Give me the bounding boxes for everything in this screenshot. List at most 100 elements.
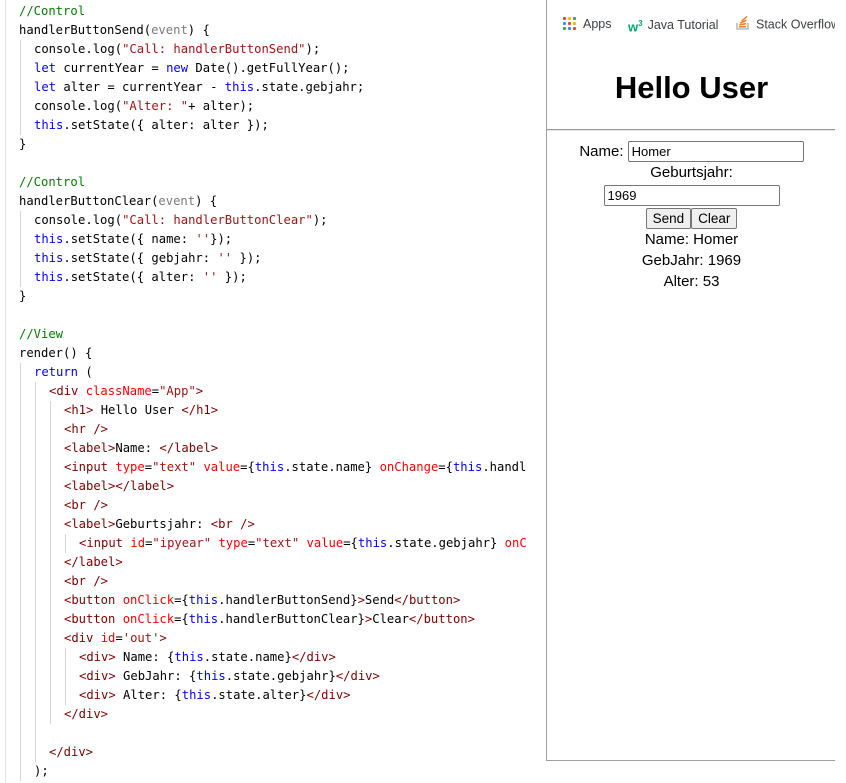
code-line: <input type="text" value={this.state.nam… (19, 458, 527, 477)
code-token: <input (79, 536, 124, 550)
clear-button[interactable]: Clear (691, 208, 738, 229)
code-line: <h1> Hello User </h1> (19, 401, 527, 420)
indent-guide (35, 705, 36, 724)
code-line: console.log("Call: handlerButtonClear"); (19, 211, 527, 230)
indent-guide (20, 572, 21, 591)
birthyear-row (547, 185, 836, 206)
name-row: Name: (547, 141, 836, 162)
code-token: .handlerButtonSend} (218, 593, 358, 607)
code-token: this (34, 232, 64, 246)
code-token: > (195, 384, 204, 398)
indent-guide (20, 648, 21, 667)
code-token: GebJahr: { (115, 669, 197, 683)
code-token: console.log( (34, 42, 123, 56)
indent-guide (50, 667, 51, 686)
code-line: </label> (19, 553, 527, 572)
code-token: </div> (291, 650, 336, 664)
code-token: onChange (379, 460, 439, 474)
code-line: <div> GebJahr: {this.state.gebjahr}</div… (19, 667, 527, 686)
indent-guide (20, 610, 21, 629)
indent-guide (20, 553, 21, 572)
indent-guide (35, 439, 36, 458)
bookmark-stack-overflow[interactable]: Stack Overflow (736, 15, 836, 33)
code-token: }); (210, 232, 233, 246)
code-line: this.setState({ name: ''}); (19, 230, 527, 249)
indent-guide (65, 648, 66, 667)
code-token: Alter: { (115, 688, 182, 702)
code-token: = (151, 384, 160, 398)
indent-guide (50, 648, 51, 667)
indent-guide (20, 458, 21, 477)
code-token: "text" (255, 536, 300, 550)
indent-guide (50, 591, 51, 610)
indent-guide (35, 743, 36, 762)
code-token: this (188, 593, 219, 607)
indent-guide (20, 211, 21, 230)
code-token: </div> (64, 707, 109, 721)
code-token: this (34, 251, 64, 265)
code-token: onClick (122, 612, 175, 626)
code-token: value (306, 536, 344, 550)
birthyear-input[interactable] (603, 185, 780, 206)
code-line: ); (19, 762, 527, 781)
indent-guide (35, 648, 36, 667)
indent-guide (20, 59, 21, 78)
code-token: .state.gebjahr} (387, 536, 505, 550)
indent-guide (20, 477, 21, 496)
code-token: <label> (64, 441, 116, 455)
code-token: className (85, 384, 152, 398)
code-line: <div> Name: {this.state.name}</div> (19, 648, 527, 667)
code-token: </button> (408, 612, 475, 626)
code-token: 'out' (122, 631, 160, 645)
indent-guide (20, 268, 21, 287)
code-line: console.log("Call: handlerButtonSend"); (19, 40, 527, 59)
code-editor[interactable]: //Control handlerButtonSend(event) {conso… (0, 0, 548, 783)
code-line: return ( (19, 363, 527, 382)
indent-guide (20, 363, 21, 382)
send-button[interactable]: Send (645, 208, 692, 229)
code-token: this (174, 650, 204, 664)
apps-grid-icon (563, 16, 577, 31)
code-line: <div> Alter: {this.state.alter}</div> (19, 686, 527, 705)
code-line: </div> (19, 705, 527, 724)
code-token: currentYear = (56, 61, 167, 75)
code-line: <button onClick={this.handlerButtonSend}… (19, 591, 527, 610)
code-token: onClick (122, 593, 175, 607)
code-token: this (196, 669, 226, 683)
code-token: <div (64, 631, 94, 645)
indent-guide (20, 686, 21, 705)
indent-guide (20, 496, 21, 515)
code-token: new (166, 61, 189, 75)
code-token: .handl (482, 460, 527, 474)
code-token: "App" (159, 384, 196, 398)
indent-guide (35, 401, 36, 420)
indent-guide (50, 705, 51, 724)
bookmark-java-tutorial[interactable]: w3 Java Tutorial (628, 15, 718, 34)
code-line: //View (19, 325, 527, 344)
indent-guide (20, 534, 21, 553)
code-token: //View (19, 327, 64, 341)
bookmark-apps[interactable]: Apps (563, 15, 612, 33)
code-token: Hello User (93, 403, 182, 417)
code-token: }); (217, 270, 247, 284)
indent-guide (35, 420, 36, 439)
indent-guide (20, 591, 21, 610)
code-token: <div (49, 384, 79, 398)
bookmark-stack-overflow-label: Stack Overflow (756, 17, 836, 32)
code-token: ); (305, 42, 321, 56)
code-line: <label>Name: </label> (19, 439, 527, 458)
code-token: .handlerButtonClear} (218, 612, 365, 626)
indent-guide (50, 610, 51, 629)
code-line: <label>Geburtsjahr: <br /> (19, 515, 527, 534)
code-token: ); (34, 764, 49, 778)
code-line: handlerButtonClear(event) { (19, 192, 527, 211)
indent-guide (35, 553, 36, 572)
indent-guide (50, 629, 51, 648)
name-input[interactable] (627, 141, 804, 162)
code-line: } (19, 135, 527, 154)
